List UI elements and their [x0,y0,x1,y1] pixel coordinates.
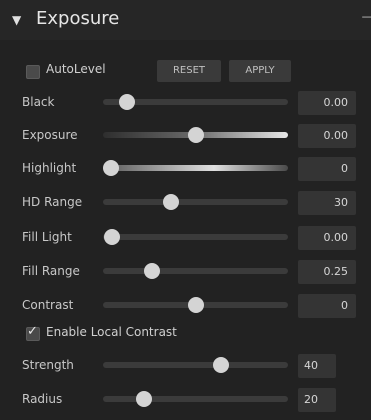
exposure-panel: ▼ Exposure ⊣ AutoLevel RESET APPLY Black… [0,0,371,420]
autolevel-checkbox[interactable] [26,65,40,79]
radius-label: Radius [22,392,63,406]
strength-slider-track[interactable] [103,357,288,373]
panel-title: Exposure [36,8,120,29]
fill-light-value-field[interactable]: 0.00 [298,226,356,250]
autolevel-label: AutoLevel [46,62,106,76]
hd-range-slider-track[interactable] [103,194,288,210]
fill-range-slider-track[interactable] [103,263,288,279]
strength-label: Strength [22,358,74,372]
local-contrast-label: Enable Local Contrast [46,325,177,339]
exposure-value-field[interactable]: 0.00 [298,124,356,148]
fill-range-label: Fill Range [22,264,80,278]
hd-range-slider-thumb[interactable] [163,194,179,210]
exposure-slider-thumb[interactable] [188,127,204,143]
black-slider-track[interactable] [103,94,288,110]
apply-button[interactable]: APPLY [229,60,291,82]
strength-value-field[interactable]: 40 [298,354,336,378]
contrast-slider-thumb[interactable] [188,297,204,313]
black-slider-thumb[interactable] [119,94,135,110]
highlight-label: Highlight [22,161,77,175]
radius-slider-track[interactable] [103,391,288,407]
fill-light-label: Fill Light [22,230,72,244]
highlight-value-field[interactable]: 0 [298,157,356,181]
contrast-slider-track[interactable] [103,297,288,313]
hd-range-label: HD Range [22,195,83,209]
collapse-arrow-icon[interactable]: ▼ [12,13,21,27]
fill-light-slider-track[interactable] [103,229,288,245]
hd-range-value-field[interactable]: 30 [298,191,356,215]
highlight-slider-thumb[interactable] [103,160,119,176]
contrast-label: Contrast [22,298,74,312]
radius-value-field[interactable]: 20 [298,388,336,412]
local-contrast-checkbox[interactable] [26,324,40,341]
highlight-slider-track[interactable] [103,160,288,176]
strength-slider-thumb[interactable] [213,357,229,373]
fill-range-value-field[interactable]: 0.25 [298,260,356,284]
black-label: Black [22,95,55,109]
radius-slider-thumb[interactable] [136,391,152,407]
contrast-value-field[interactable]: 0 [298,294,356,318]
reset-button[interactable]: RESET [157,60,221,82]
fill-light-slider-thumb[interactable] [104,229,120,245]
exposure-slider-track[interactable] [103,127,288,143]
pin-icon[interactable]: ⊣ [361,10,371,26]
fill-range-slider-thumb[interactable] [144,263,160,279]
black-value-field[interactable]: 0.00 [298,91,356,115]
panel-header[interactable]: ▼ Exposure ⊣ [0,0,371,40]
exposure-label: Exposure [22,128,78,142]
